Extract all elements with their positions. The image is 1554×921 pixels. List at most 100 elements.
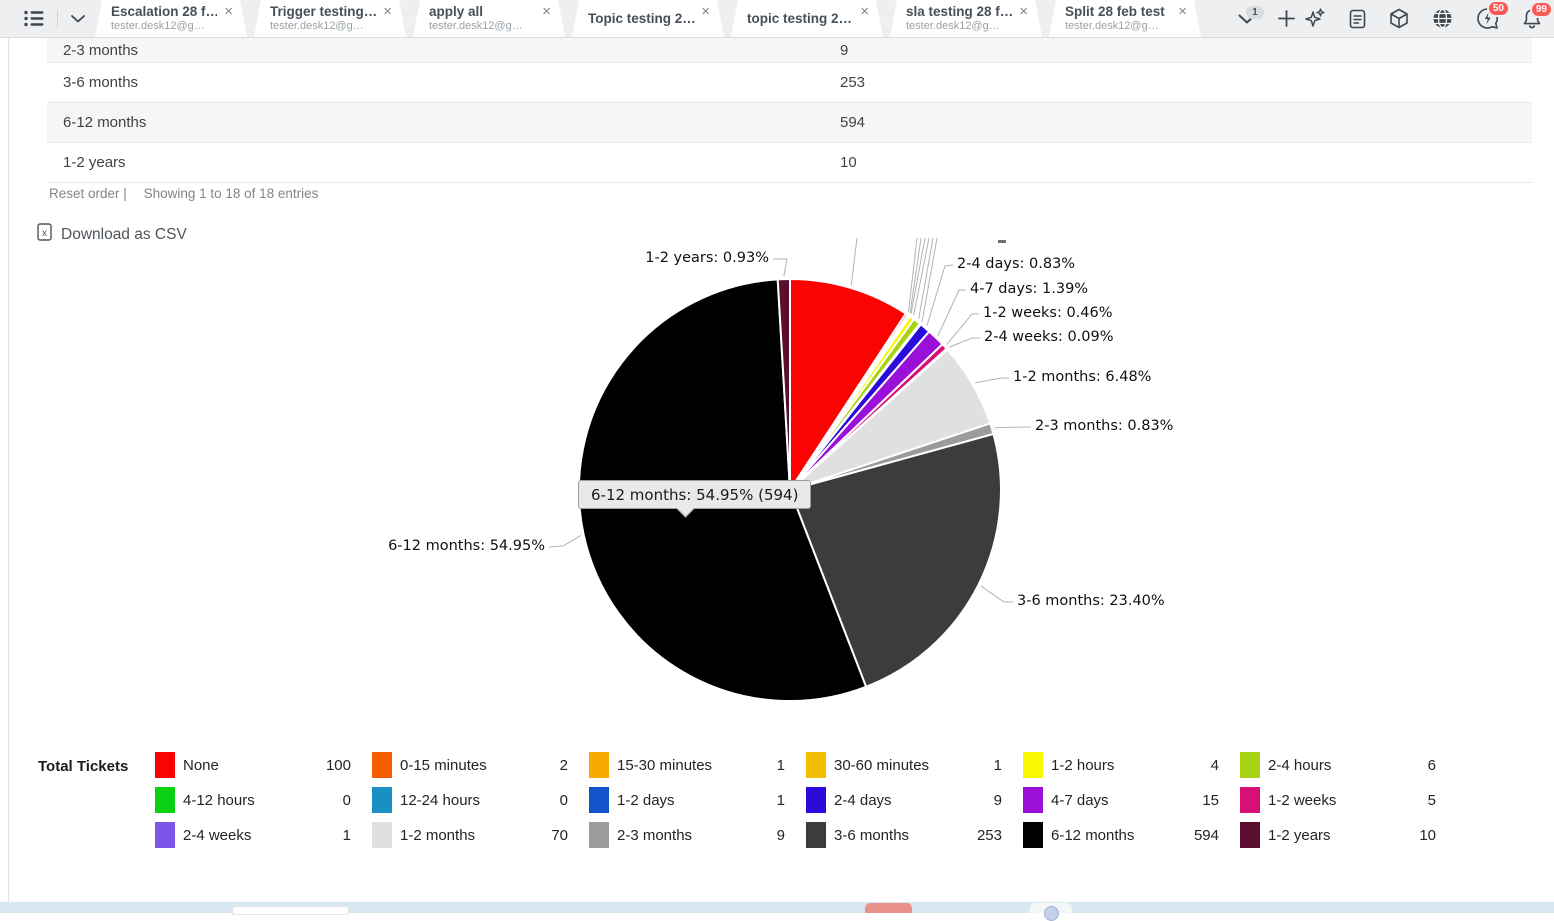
callout-line-2-4-days [927,265,953,326]
notifications-bell-icon[interactable]: 99 [1522,8,1542,30]
legend-swatch [589,752,609,778]
package-cube-icon[interactable] [1389,8,1409,29]
legend-swatch [1240,752,1260,778]
bottom-toolbar-red-button[interactable] [865,903,912,913]
tab-subtitle: tester.desk12@g… [1065,20,1171,32]
tab-text: Topic testing 2… [588,11,696,26]
table-row-label: 1-2 years [63,154,840,171]
table-row-label: 2-3 months [63,42,840,59]
legend-count: 4 [1211,757,1219,774]
document-icon[interactable] [1349,9,1366,29]
legend-count: 1 [777,757,785,774]
pie-label-2-3-months: 2-3 months: 0.83% [1035,418,1173,434]
tab-text: apply alltester.desk12@g… [429,4,535,32]
legend-label: 4-7 days [1051,792,1202,809]
legend-grid: None100 0-15 minutes2 15-30 minutes1 30-60 … [155,752,1436,848]
legend-item-4-7-days[interactable]: 4-7 days15 [1023,787,1219,813]
tab-subtitle: tester.desk12@g… [270,20,376,32]
legend-item-none[interactable]: None100 [155,752,351,778]
bottom-toolbar-help-button[interactable] [1030,903,1072,913]
badge: 50 [1487,0,1510,17]
legend-item-30-60-minutes[interactable]: 30-60 minutes1 [806,752,1002,778]
ai-sparkles-icon[interactable] [1305,8,1326,29]
hamburger-list-icon[interactable] [24,10,44,27]
tab-bar-left-controls [24,0,85,37]
tab-close-icon[interactable]: × [542,5,551,19]
legend-label: 12-24 hours [400,792,560,809]
legend-label: 1-2 months [400,827,551,844]
download-csv-button[interactable]: x Download as CSV [37,223,187,246]
legend-item-0-15-minutes[interactable]: 0-15 minutes2 [372,752,568,778]
tab-trigger-testing[interactable]: Trigger testing…tester.desk12@g… × [254,0,406,37]
tab-close-icon[interactable]: × [701,5,710,19]
callout-line-4-7-days [938,290,966,336]
legend-label: 2-3 months [617,827,777,844]
legend-label: 30-60 minutes [834,757,994,774]
collapse-tabs-chevron-icon[interactable] [71,15,85,23]
tab-close-icon[interactable]: × [860,5,869,19]
tab-overflow-chevron-icon[interactable]: 1 [1238,14,1256,24]
pie-label-4-7-days: 4-7 days: 1.39% [970,281,1088,297]
tab-subtitle: tester.desk12@g… [906,20,1012,32]
pie-label-3-6-months: 3-6 months: 23.40% [1017,593,1165,609]
tab-close-icon[interactable]: × [1178,5,1187,19]
legend-item-4-12-hours[interactable]: 4-12 hours0 [155,787,351,813]
legend-item-15-30-minutes[interactable]: 15-30 minutes1 [589,752,785,778]
legend-swatch [155,822,175,848]
legend-item-1-2-hours[interactable]: 1-2 hours4 [1023,752,1219,778]
tab-close-icon[interactable]: × [224,5,233,19]
tab-topic-testing-2[interactable]: Topic testing 2… × [572,0,724,37]
legend-swatch [1023,787,1043,813]
support-chat-icon[interactable]: 50 [1476,7,1499,30]
legend-count: 1 [343,827,351,844]
globe-icon[interactable] [1432,8,1453,29]
legend-item-1-2-months[interactable]: 1-2 months70 [372,822,568,848]
tab-split-28-feb-test[interactable]: Split 28 feb testtester.desk12@g…× [1049,0,1201,37]
legend-item-3-6-months[interactable]: 3-6 months253 [806,822,1002,848]
legend-swatch [589,787,609,813]
showing-entries-text: Showing 1 to 18 of 18 entries [144,186,319,201]
legend-item-1-2-years[interactable]: 1-2 years10 [1240,822,1436,848]
table-row-label: 6-12 months [63,114,840,131]
legend-item-2-4-weeks[interactable]: 2-4 weeks1 [155,822,351,848]
reset-order-link[interactable]: Reset order | [49,186,127,201]
tab-strip: Escalation 28 f…tester.desk12@g…×Trigger… [95,0,1208,37]
aging-table: 2-3 months93-6 months2536-12 months5941-… [47,38,1532,183]
tab-close-icon[interactable]: × [383,5,392,19]
bottom-toolbar-input[interactable] [232,906,349,915]
legend-count: 2 [560,757,568,774]
table-row[interactable]: 1-2 years10 [47,143,1532,183]
table-row[interactable]: 3-6 months253 [47,63,1532,103]
add-tab-plus-icon[interactable] [1278,10,1295,27]
legend-label: 1-2 days [617,792,777,809]
callout-line-1-2-weeks [947,314,979,344]
tab-bar-controls: 1 [1238,0,1295,37]
tab-escalation-28-f[interactable]: Escalation 28 f…tester.desk12@g…× [95,0,247,37]
chart-legend: Total Tickets None1000-15 minutes215-30 … [0,750,1554,860]
tab-close-icon[interactable]: × [1019,5,1028,19]
legend-item-1-2-days[interactable]: 1-2 days1 [589,787,785,813]
tab-topic-testing-2[interactable]: topic testing 2…× [731,0,883,37]
legend-count: 6 [1428,757,1436,774]
legend-swatch [1240,822,1260,848]
pie-label-6-12-months: 6-12 months: 54.95% [388,538,545,554]
callout-line-3-6-months [981,586,1013,602]
table-row[interactable]: 6-12 months594 [47,103,1532,143]
legend-count: 70 [551,827,568,844]
legend-label: 2-4 hours [1268,757,1428,774]
legend-item-1-2-weeks[interactable]: 1-2 weeks5 [1240,787,1436,813]
legend-label: 4-12 hours [183,792,343,809]
tab-bar-separator [57,10,58,28]
legend-swatch [155,787,175,813]
legend-item-2-4-days[interactable]: 2-4 days9 [806,787,1002,813]
tab-text: Trigger testing…tester.desk12@g… [270,4,376,32]
legend-item-12-24-hours[interactable]: 12-24 hours0 [372,787,568,813]
tab-apply-all[interactable]: apply alltester.desk12@g… × [413,0,565,37]
callout-line-1-2-years [773,259,787,276]
table-row[interactable]: 2-3 months9 [47,38,1532,63]
tab-sla-testing-28-f[interactable]: sla testing 28 f…tester.desk12@g…× [890,0,1042,37]
legend-item-6-12-months[interactable]: 6-12 months594 [1023,822,1219,848]
legend-item-2-3-months[interactable]: 2-3 months9 [589,822,785,848]
legend-item-2-4-hours[interactable]: 2-4 hours6 [1240,752,1436,778]
clipped-callout-line-30-60-minutes [911,238,925,314]
